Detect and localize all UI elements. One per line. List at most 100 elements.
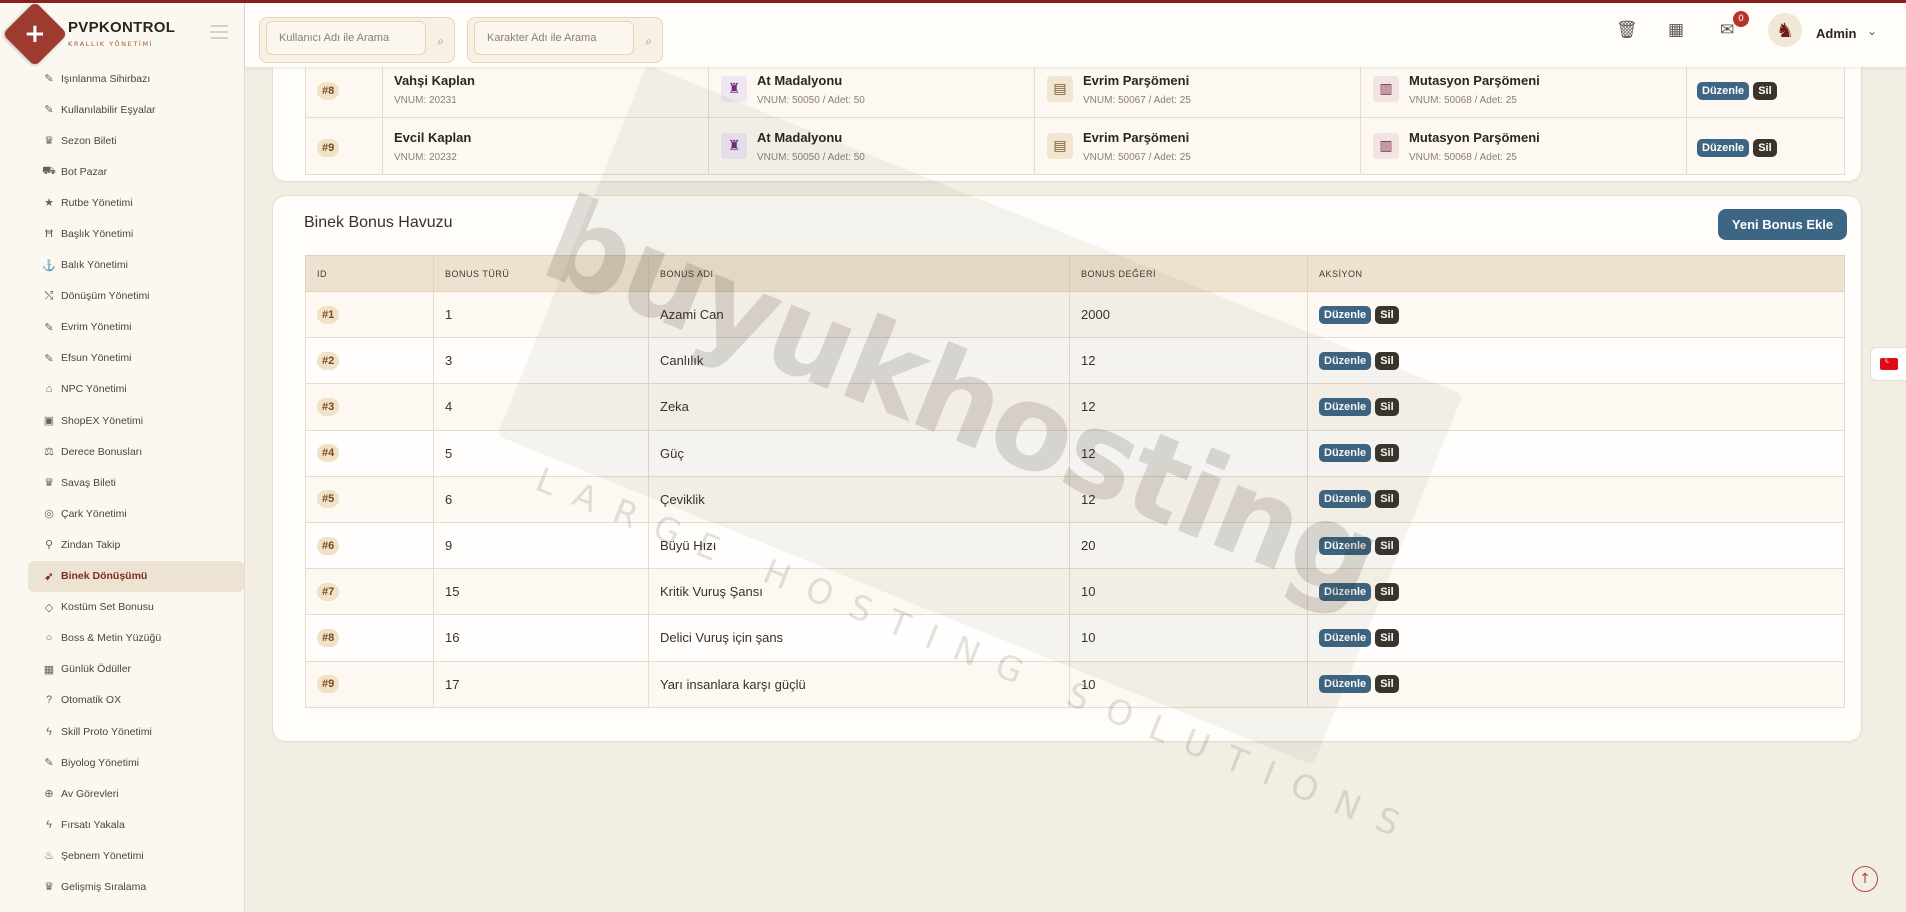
sidebar-item[interactable]: ? Otomatik OX (28, 685, 244, 716)
user-search[interactable]: Kullanıcı Adı ile Arama ⌕ (259, 17, 455, 63)
sidebar-item-label: Balık Yönetimi (61, 259, 128, 272)
sidebar-item[interactable]: ♛ Gelişmiş Sıralama (28, 871, 244, 902)
sidebar-item[interactable]: ✎ Işınlanma Sihirbazı (28, 63, 244, 94)
edit-button[interactable]: Düzenle (1319, 628, 1372, 647)
delete-button[interactable]: Sil (1375, 675, 1399, 694)
id-badge: #1 (317, 305, 340, 324)
edit-button[interactable]: Düzenle (1319, 582, 1372, 601)
table-row: #8 Vahşi Kaplan VNUM: 20231 ♜ At Madalyonu VN… (305, 60, 1845, 118)
character-search[interactable]: Karakter Adı ile Arama ⌕ (467, 17, 663, 63)
scroll-icon: ▤ (1047, 76, 1073, 102)
sidebar-item[interactable]: ✎ Evrim Yönetimi (28, 312, 244, 343)
item-text: Evrim Parşömeni VNUM: 50067 / Adet: 25 (1083, 130, 1191, 163)
character-search-input[interactable]: Karakter Adı ile Arama (474, 21, 634, 55)
edit-button[interactable]: Düzenle (1319, 351, 1372, 370)
sidebar-item[interactable]: ✎ Biyolog Yönetimi (28, 747, 244, 778)
delete-button[interactable]: Sil (1375, 582, 1399, 601)
sidebar-item[interactable]: ⤭ Dönüşüm Yönetimi (28, 281, 244, 312)
sidebar-item[interactable]: ⚲ Zindan Takip (28, 529, 244, 560)
delete-button[interactable]: Sil (1375, 351, 1399, 370)
scroll-top-button[interactable]: ↑ (1852, 866, 1878, 892)
trophy-icon: ♛ (44, 135, 54, 148)
sidebar-item[interactable]: ▣ ShopEX Yönetimi (28, 405, 244, 436)
bank-icon: ⌂ (45, 383, 53, 396)
user-search-input[interactable]: Kullanıcı Adı ile Arama (266, 21, 426, 55)
sidebar-item-label: Savaş Bileti (61, 476, 116, 489)
bonus-type-cell: 4 (433, 383, 649, 431)
sidebar-item[interactable]: Ħ Başlık Yönetimi (28, 218, 244, 249)
admin-name[interactable]: Admin (1816, 26, 1856, 41)
edit-button[interactable]: Düzenle (1319, 490, 1372, 509)
bonus-name-cell: Çeviklik (648, 475, 1070, 523)
item-sub: VNUM: 50050 / Adet: 50 (757, 151, 865, 163)
delete-button[interactable]: Sil (1753, 81, 1777, 100)
bonus-name-cell: Büyü Hızı (648, 521, 1070, 570)
sidebar-item[interactable]: ○ Boss & Metin Yüzüğü (28, 623, 244, 654)
item-sub: VNUM: 50068 / Adet: 25 (1409, 151, 1517, 163)
id-cell: #8 (305, 614, 434, 662)
sidebar-item[interactable]: ϟ Skill Proto Yönetimi (28, 716, 244, 747)
sidebar-item[interactable]: ✎ Kullanılabilir Eşyalar (28, 94, 244, 125)
sidebar-item[interactable]: ◇ Kostüm Set Bonusu (28, 592, 244, 623)
id-badge: #7 (317, 582, 340, 601)
edit-button[interactable]: Düzenle (1697, 81, 1750, 100)
sidebar-item[interactable]: ⚓ Balık Yönetimi (28, 250, 244, 281)
wand-icon: ✎ (44, 104, 54, 117)
mount-vnum: VNUM: 20231 (394, 94, 457, 106)
sidebar-item[interactable]: ⊕ Av Görevleri (28, 778, 244, 809)
mount-transform-table: #8 Vahşi Kaplan VNUM: 20231 ♜ At Madalyonu VN… (305, 60, 1845, 175)
delete-button[interactable]: Sil (1753, 138, 1777, 157)
delete-button[interactable]: Sil (1375, 397, 1399, 416)
edit-button[interactable]: Düzenle (1319, 444, 1372, 463)
edit-button[interactable]: Düzenle (1319, 536, 1372, 555)
horse-icon: ➶ (44, 570, 54, 583)
sidebar-item[interactable]: ϟ Fırsatı Yakala (28, 809, 244, 840)
calendar-icon[interactable]: ▦ (1668, 20, 1684, 40)
required-item-cell: ♜ At Madalyonu VNUM: 50050 / Adet: 50 (708, 60, 1035, 118)
sidebar-item[interactable]: ⚖ Derece Bonusları (28, 436, 244, 467)
sidebar-item[interactable]: ▦ Günlük Ödüller (28, 654, 244, 685)
sidebar-item[interactable]: ★ Rutbe Yönetimi (28, 187, 244, 218)
id-badge: #8 (317, 81, 340, 100)
delete-button[interactable]: Sil (1375, 444, 1399, 463)
bonus-value-cell: 2000 (1069, 290, 1308, 339)
add-bonus-button[interactable]: Yeni Bonus Ekle (1718, 209, 1847, 240)
item-sub: VNUM: 50068 / Adet: 25 (1409, 94, 1517, 106)
sidebar-item[interactable]: ♛ Sezon Bileti (28, 125, 244, 156)
delete-button[interactable]: Sil (1375, 490, 1399, 509)
menu-toggle-icon[interactable] (210, 25, 228, 39)
sidebar-item[interactable]: ♛ Savaş Bileti (28, 467, 244, 498)
edit-button[interactable]: Düzenle (1319, 397, 1372, 416)
sidebar-item[interactable]: ➶ Binek Dönüşümü (28, 560, 244, 592)
shuffle-icon: ⤭ (44, 289, 54, 302)
sidebar-item[interactable]: ⛟ Bot Pazar (28, 156, 244, 187)
bonus-type-cell: 6 (433, 475, 649, 523)
bonus-name-cell: Güç (648, 429, 1070, 477)
sidebar-item[interactable]: ♨ Şebnem Yönetimi (28, 840, 244, 871)
book-icon: ▥ (1373, 76, 1399, 102)
anchor-icon: ⚓ (42, 259, 56, 272)
delete-button[interactable]: Sil (1375, 305, 1399, 324)
edit-button[interactable]: Düzenle (1697, 138, 1750, 157)
delete-button[interactable]: Sil (1375, 628, 1399, 647)
language-switcher[interactable] (1870, 347, 1906, 381)
item-text: Mutasyon Parşömeni VNUM: 50068 / Adet: 25 (1409, 73, 1540, 106)
mail-icon[interactable]: ✉ (1720, 20, 1734, 40)
turkey-flag-icon (1879, 356, 1898, 370)
bonus-pool-table: ID BONUS TÜRÜ BONUS ADI BONUS DEĞERİ AKSİYON… (305, 255, 1845, 708)
delete-button[interactable]: Sil (1375, 536, 1399, 555)
trash-icon[interactable]: 🗑 (1616, 20, 1638, 40)
search-icon[interactable]: ⌕ (645, 34, 652, 49)
search-icon[interactable]: ⌕ (437, 34, 444, 49)
sidebar-item[interactable]: ⌂ NPC Yönetimi (28, 374, 244, 405)
top-header: Kullanıcı Adı ile Arama ⌕ Karakter Adı i… (245, 3, 1906, 67)
edit-button[interactable]: Düzenle (1319, 675, 1372, 694)
sidebar-item-label: Skill Proto Yönetimi (61, 725, 152, 738)
avatar[interactable]: ♞ (1768, 13, 1802, 47)
brand[interactable]: + PVPKONTROL KRALLIK YÖNETİMİ (0, 0, 245, 67)
sidebar-item[interactable]: ✎ Efsun Yönetimi (28, 343, 244, 374)
sidebar-item[interactable]: ◎ Çark Yönetimi (28, 498, 244, 529)
chevron-down-icon[interactable]: ⌄ (1867, 24, 1877, 38)
wand-icon: ✎ (44, 321, 54, 334)
edit-button[interactable]: Düzenle (1319, 305, 1372, 324)
